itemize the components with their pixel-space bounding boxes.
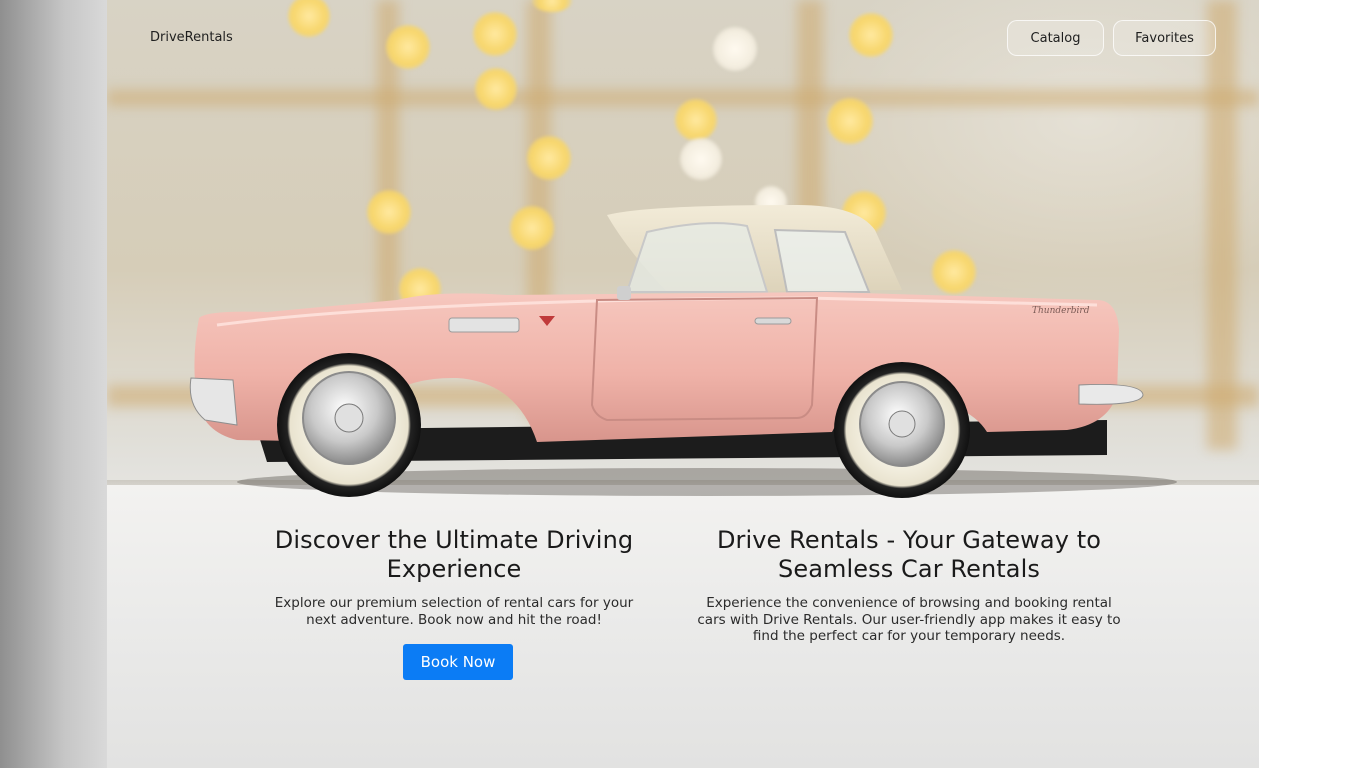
car-badge-text: Thunderbird [1032,306,1090,316]
brand-logo[interactable]: DriveRentals [150,30,233,45]
feature-description: Explore our premium selection of rental … [274,595,634,628]
feature-title: Discover the Ultimate Driving Experience [274,526,634,583]
feature-gateway: Drive Rentals - Your Gateway to Seamless… [690,526,1128,645]
car-image: Thunderbird [189,205,1177,498]
feature-driving-experience: Discover the Ultimate Driving Experience… [262,526,646,628]
catalog-button[interactable]: Catalog [1007,20,1104,56]
hero-section: Thunderbird [107,0,1259,768]
left-gutter [0,0,107,768]
favorites-button[interactable]: Favorites [1113,20,1216,56]
feature-description: Experience the convenience of browsing a… [697,595,1121,644]
feature-title: Drive Rentals - Your Gateway to Seamless… [716,526,1102,583]
book-now-button[interactable]: Book Now [403,644,513,680]
